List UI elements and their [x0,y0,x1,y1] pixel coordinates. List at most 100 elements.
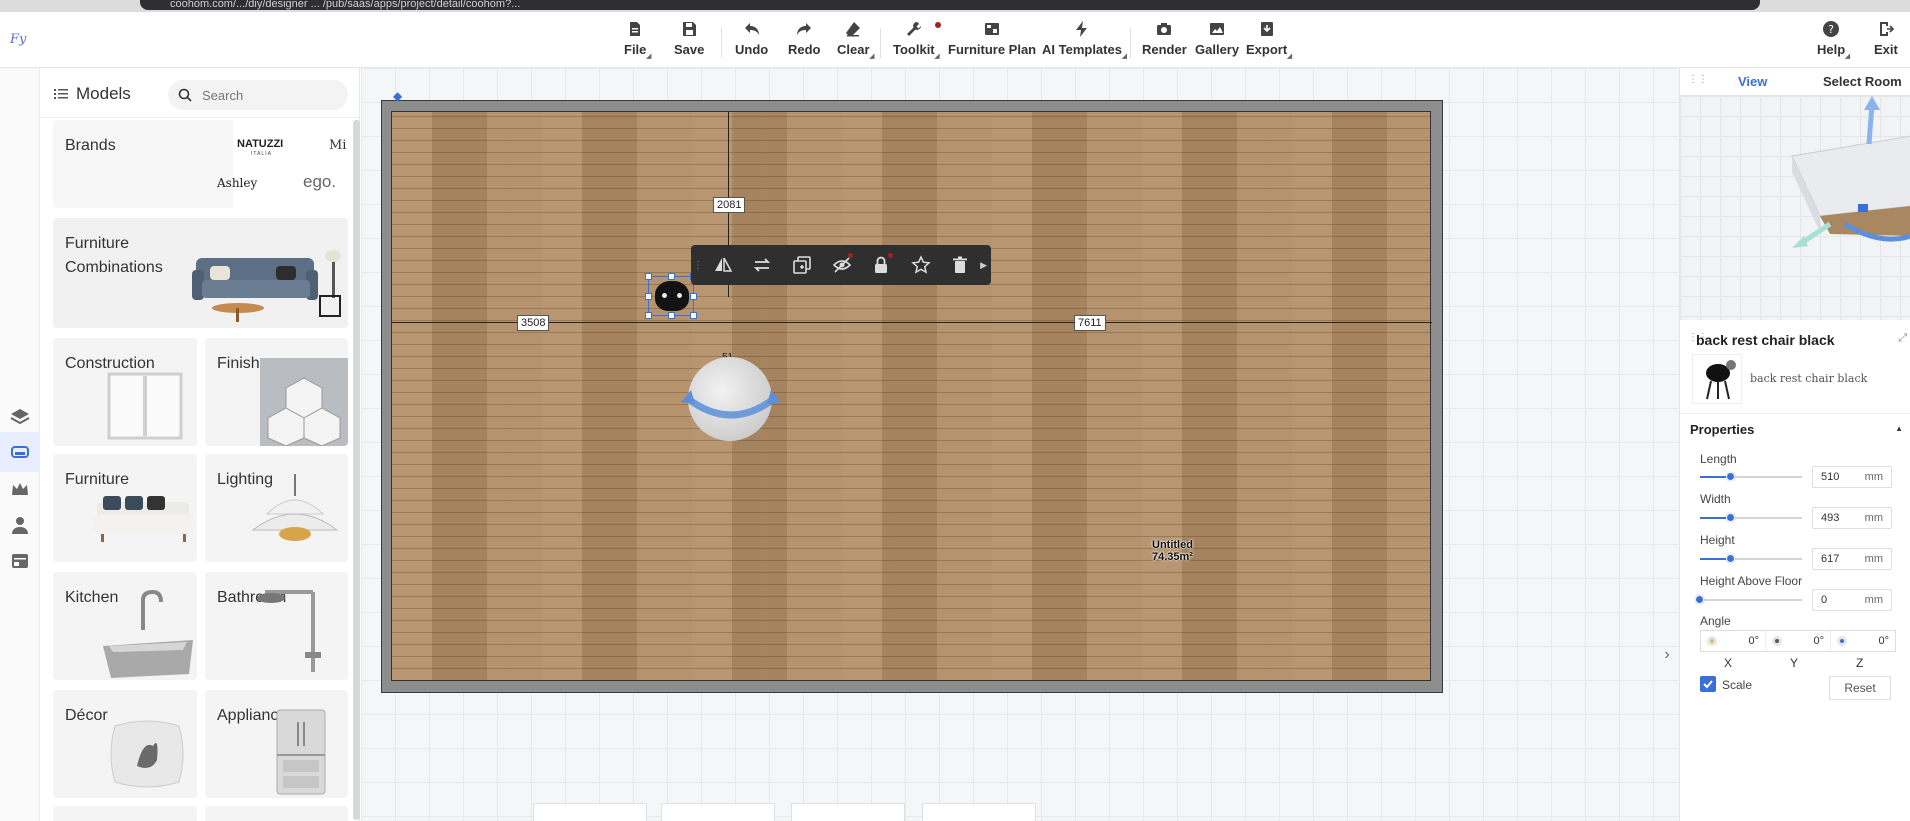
delete-button[interactable] [940,245,980,285]
rail-account-button[interactable] [0,505,40,545]
length-value: 510 [1821,471,1840,483]
expand-icon[interactable]: ⤢ [1898,332,1907,345]
category-furniture-combinations[interactable]: Furniture Combinations [53,218,348,328]
app-logo[interactable]: Fy [10,32,26,47]
search-box[interactable] [168,80,392,110]
bottom-floor-tab[interactable] [791,803,905,821]
replace-button[interactable] [743,245,783,285]
slider-knob[interactable] [1725,554,1735,563]
favorite-button[interactable] [901,245,941,285]
bottom-floor-tab[interactable] [922,803,1036,821]
dial-z-icon [1837,636,1847,646]
category-more[interactable] [205,806,348,821]
rotate-handle-icon[interactable] [681,374,781,434]
slider-knob[interactable] [1725,513,1735,522]
slider-knob[interactable] [1725,472,1735,481]
dimension-label-right[interactable]: 7611 [1074,315,1106,331]
help-menu-button[interactable]: ? Help ◢ [1817,20,1850,66]
hide-button[interactable] [822,245,862,285]
angle-x-input[interactable]: 0° [1701,631,1766,651]
room-label[interactable]: Untitled 74.35m² [1152,539,1193,563]
width-slider[interactable] [1700,513,1802,522]
angle-y-input[interactable]: 0° [1766,631,1831,651]
resize-handle[interactable] [645,312,652,319]
resize-handle[interactable] [690,312,697,319]
height-above-floor-slider[interactable] [1695,595,1802,604]
help-label: Help [1817,42,1846,57]
caret-icon: ◢ [1844,53,1851,60]
category-decor[interactable]: Décor [53,690,197,798]
save-button[interactable]: Save [674,20,704,66]
clear-menu-button[interactable]: Clear ◢ [837,20,875,66]
length-input[interactable]: 510 mm [1812,466,1892,488]
search-input[interactable] [202,87,378,103]
mirror-button[interactable] [703,245,743,285]
ai-templates-menu-button[interactable]: AI Templates ◢ [1042,20,1127,66]
render-button[interactable]: Render [1142,20,1187,66]
length-slider[interactable] [1700,472,1802,481]
tab-select-room[interactable]: Select Room [1823,74,1902,89]
gallery-button[interactable]: Gallery [1195,20,1239,66]
lock-button[interactable] [861,245,901,285]
drag-grip-icon[interactable]: ⋮⋮ [1688,74,1708,85]
collapse-panel-chevron-icon[interactable]: › [1656,635,1678,675]
room-walls[interactable]: ◆ 2081 3508 7611 51 [381,89,1443,693]
category-finishes[interactable]: Finishes [205,338,348,446]
exit-button[interactable]: Exit [1874,20,1898,66]
rail-premium-button[interactable] [0,469,40,509]
tab-view[interactable]: View [1738,74,1767,89]
brand-logo-mi[interactable]: Mi [329,138,346,153]
slider-knob[interactable] [1695,595,1704,604]
drag-grip-icon[interactable]: ⋮ [693,260,703,271]
brand-logo-natuzzi[interactable]: NATUZZI [237,138,283,150]
furniture-plan-button[interactable]: Furniture Plan [948,20,1036,66]
rail-models-button[interactable] [0,432,40,472]
reset-button[interactable]: Reset [1829,676,1891,700]
resize-handle[interactable] [645,293,652,300]
bottom-floor-tab[interactable] [533,803,647,821]
category-kitchen[interactable]: Kitchen [53,572,197,680]
angle-z-input[interactable]: 0° [1831,631,1895,651]
category-appliances[interactable]: Appliances [205,690,348,798]
scale-checkbox[interactable] [1700,676,1716,692]
room-floor[interactable]: 2081 3508 7611 51 [391,111,1432,681]
category-construction[interactable]: Construction [53,338,197,446]
eraser-icon [846,22,861,37]
collapse-caret-icon[interactable]: ▲ [1895,424,1903,433]
3d-preview[interactable] [1680,96,1910,324]
brands-card[interactable]: Brands NATUZZI ITALIA Mi Ashley ego. [53,120,348,208]
more-actions-icon[interactable]: ▶ [980,260,987,271]
selected-chair[interactable] [645,273,697,319]
category-lighting[interactable]: Lighting [205,454,348,562]
category-furniture[interactable]: Furniture [53,454,197,562]
undo-button[interactable]: Undo [735,20,768,66]
toolkit-menu-button[interactable]: Toolkit ◢ [893,20,941,66]
compass-arrow-icon[interactable]: ◆ [393,89,402,103]
width-input[interactable]: 493 mm [1812,507,1892,529]
dimension-label-left[interactable]: 3508 [517,315,550,331]
resize-handle[interactable] [645,273,652,280]
object-thumbnail[interactable] [1692,354,1742,404]
height-above-floor-input[interactable]: 0 mm [1812,589,1892,611]
resize-handle[interactable] [690,293,697,300]
bottom-floor-tab[interactable] [661,803,775,821]
resize-handle[interactable] [668,273,675,280]
resize-handle[interactable] [668,312,675,319]
redo-button[interactable]: Redo [788,20,821,66]
rail-floor-plan-button[interactable] [0,397,40,437]
brand-logo-ashley[interactable]: Ashley [217,176,257,190]
duplicate-button[interactable] [782,245,822,285]
category-bathroom[interactable]: Bathroom [205,572,348,680]
height-input[interactable]: 617 mm [1812,548,1892,570]
rail-storage-button[interactable] [0,541,40,581]
models-scrollbar[interactable] [353,120,360,820]
brand-logo-ego[interactable]: ego. [303,172,336,192]
height-slider[interactable] [1700,554,1802,563]
export-menu-button[interactable]: Export ◢ [1246,20,1292,66]
caret-icon: ◢ [1286,53,1293,60]
category-more[interactable] [53,806,197,821]
design-canvas[interactable]: ◆ 2081 3508 7611 51 [361,68,1679,821]
browser-url-bar[interactable]: coohom.com/.../diy/designer ... /pub/saa… [140,0,1760,10]
file-menu-button[interactable]: File ◢ [624,20,651,66]
dimension-label-top[interactable]: 2081 [713,197,746,213]
